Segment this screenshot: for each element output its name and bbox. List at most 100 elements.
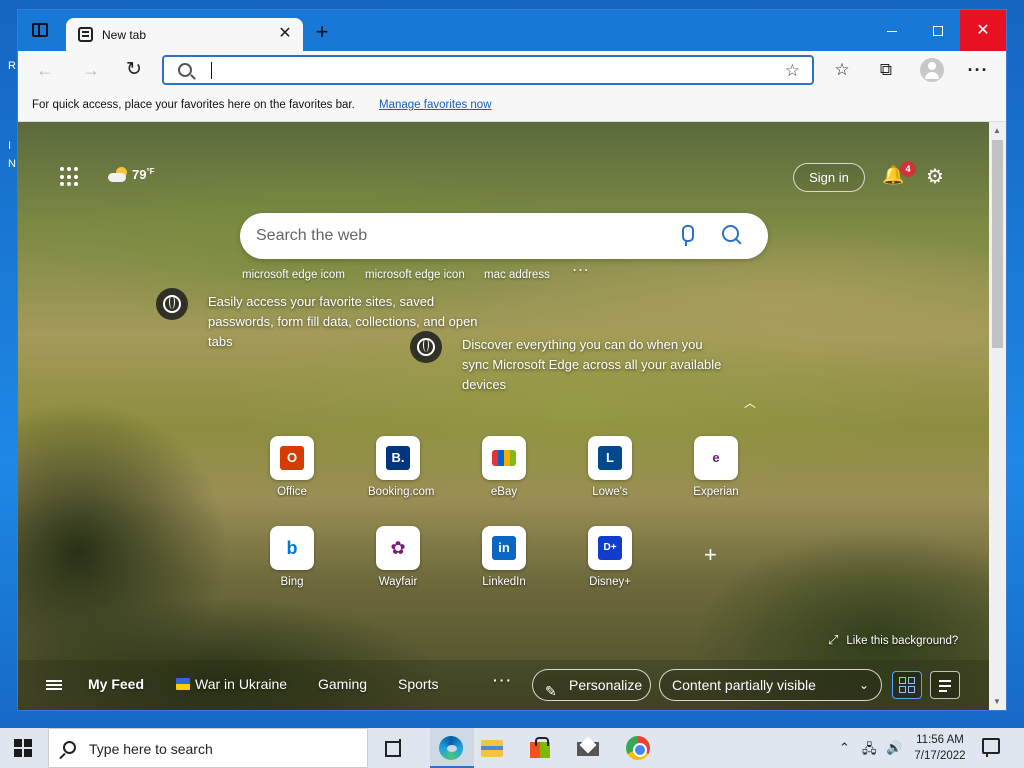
settings-more-button[interactable]: ··· (966, 58, 990, 82)
desktop-icon-label[interactable]: R (8, 60, 16, 72)
add-site-plus-icon[interactable]: + (704, 542, 717, 568)
content-visibility-dropdown[interactable]: Content partially visible ⌄ (659, 669, 882, 701)
close-window-button[interactable]: ✕ (960, 10, 1006, 51)
feed-tab-sports[interactable]: Sports (398, 676, 438, 692)
address-bar[interactable]: ☆ (162, 55, 814, 85)
wayfair-logo-icon: ✿ (386, 536, 410, 560)
feed-more-button[interactable]: ··· (493, 672, 513, 688)
quick-link-disney[interactable]: D+ Disney+ (580, 526, 640, 588)
feed-tab-my-feed[interactable]: My Feed (88, 676, 144, 692)
volume-icon[interactable]: 🔊 (886, 740, 902, 756)
notifications-bell-icon[interactable]: 🔔 (882, 165, 904, 187)
suggestion-link[interactable]: microsoft edge icon (365, 269, 465, 281)
feed-tab-label: War in Ukraine (195, 676, 288, 692)
mail-icon[interactable] (576, 736, 600, 760)
minimize-icon (887, 30, 897, 32)
edge-window: New tab ✕ + ✕ ← → ↻ ☆ ☆ ⧉ ··· For quick … (18, 10, 1006, 710)
favorites-icon[interactable]: ☆ (830, 58, 854, 82)
tab-title: New tab (102, 28, 147, 42)
desktop-icon-label[interactable]: I (8, 140, 11, 152)
system-clock[interactable]: 11:56 AM 7/17/2022 (908, 732, 972, 764)
add-favorite-icon[interactable]: ☆ (785, 61, 800, 81)
notification-count-badge: 4 (900, 161, 916, 177)
personalize-label: Personalize (569, 677, 643, 693)
suggestion-link[interactable]: mac address (484, 269, 550, 281)
tab-actions-icon[interactable] (32, 23, 48, 37)
quick-link-label: eBay (490, 486, 518, 498)
collapse-chevron-icon[interactable]: ︿ (744, 394, 756, 411)
sign-in-button[interactable]: Sign in (793, 163, 865, 192)
page-scrollbar[interactable]: ▲ ▼ (989, 122, 1006, 710)
taskbar: Type here to search ⌃ 🖧 🔊 11:56 AM 7/17/… (0, 728, 1024, 768)
collections-icon[interactable]: ⧉ (874, 58, 898, 82)
refresh-button[interactable]: ↻ (121, 57, 147, 83)
taskbar-search-placeholder: Type here to search (89, 741, 213, 757)
scroll-up-arrow-icon[interactable]: ▲ (993, 126, 1001, 135)
title-bar: New tab ✕ + ✕ (18, 10, 1006, 51)
show-hidden-icons-chevron-icon[interactable]: ⌃ (839, 740, 850, 756)
web-search-input[interactable] (256, 225, 636, 247)
desktop-icon-label[interactable]: N (8, 158, 16, 170)
quick-link-lowes[interactable]: L Lowe's (580, 436, 640, 498)
chrome-icon[interactable] (626, 736, 650, 760)
quick-link-label: Lowe's (592, 486, 628, 498)
tab-new-tab[interactable]: New tab ✕ (66, 18, 303, 51)
experian-logo-icon: e (704, 446, 728, 470)
quick-link-booking[interactable]: B. Booking.com (368, 436, 434, 498)
list-layout-button[interactable] (930, 671, 960, 699)
feed-tab-war-in-ukraine[interactable]: War in Ukraine (176, 676, 287, 692)
quick-link-wayfair[interactable]: ✿ Wayfair (368, 526, 428, 588)
ukraine-flag-icon (176, 678, 190, 690)
action-center-icon[interactable] (982, 738, 1000, 757)
pencil-icon: ✎ (545, 683, 557, 699)
quick-link-label: Bing (280, 576, 304, 588)
network-icon[interactable]: 🖧 (862, 740, 877, 762)
disney-logo-icon: D+ (598, 536, 622, 560)
scroll-down-arrow-icon[interactable]: ▼ (993, 697, 1001, 706)
toolbar: ← → ↻ ☆ ☆ ⧉ ··· (18, 51, 1006, 89)
quick-link-linkedin[interactable]: in LinkedIn (474, 526, 534, 588)
quick-link-office[interactable]: O Office (262, 436, 322, 498)
app-launcher-icon[interactable] (60, 167, 80, 187)
favorites-bar-hint: For quick access, place your favorites h… (32, 99, 355, 111)
start-button[interactable] (14, 739, 32, 757)
page-settings-gear-icon[interactable]: ⚙ (926, 164, 944, 189)
taskbar-search-box[interactable]: Type here to search (48, 728, 368, 768)
forward-button[interactable]: → (78, 57, 104, 83)
manage-favorites-link[interactable]: Manage favorites now (379, 99, 492, 111)
quick-link-experian[interactable]: e Experian (686, 436, 746, 498)
suggestion-link[interactable]: microsoft edge icom (242, 269, 345, 281)
file-explorer-icon[interactable] (480, 736, 504, 760)
back-button[interactable]: ← (32, 57, 58, 83)
edge-logo-icon (439, 736, 463, 760)
quick-link-label: Office (277, 486, 307, 498)
clock-date: 7/17/2022 (914, 750, 966, 762)
microsoft-store-icon[interactable] (528, 736, 552, 760)
feed-tab-gaming[interactable]: Gaming (318, 676, 367, 692)
personalize-button[interactable]: ✎ Personalize (532, 669, 651, 701)
new-tab-page: 79°F Sign in 🔔 4 ⚙ microsoft edge icom m… (18, 122, 989, 710)
quick-link-bing[interactable]: b Bing (262, 526, 322, 588)
like-background-label: Like this background? (846, 635, 959, 647)
weather-widget[interactable]: 79°F (108, 166, 155, 182)
content-visibility-value: Content partially visible (672, 677, 816, 693)
address-input[interactable] (208, 60, 768, 80)
like-background-link[interactable]: ⤢ Like this background? (828, 632, 958, 648)
edge-taskbar-icon[interactable] (430, 728, 474, 768)
scrollbar-thumb[interactable] (992, 140, 1003, 348)
minimize-button[interactable] (869, 10, 915, 51)
more-suggestions-button[interactable]: ··· (573, 265, 591, 277)
maximize-button[interactable] (915, 10, 961, 51)
quick-link-ebay[interactable]: eBay (474, 436, 534, 498)
partly-cloudy-icon (108, 166, 128, 182)
hamburger-menu-icon[interactable] (46, 680, 62, 690)
microphone-icon[interactable] (680, 225, 694, 247)
sync-globe-icon (410, 331, 442, 363)
grid-layout-button[interactable] (892, 671, 922, 699)
search-submit-icon[interactable] (722, 225, 742, 245)
close-tab-icon[interactable]: ✕ (275, 24, 295, 44)
web-search-box[interactable] (240, 213, 768, 259)
new-tab-button[interactable]: + (310, 20, 334, 44)
profile-avatar[interactable] (920, 58, 944, 82)
task-view-icon[interactable] (382, 736, 406, 760)
